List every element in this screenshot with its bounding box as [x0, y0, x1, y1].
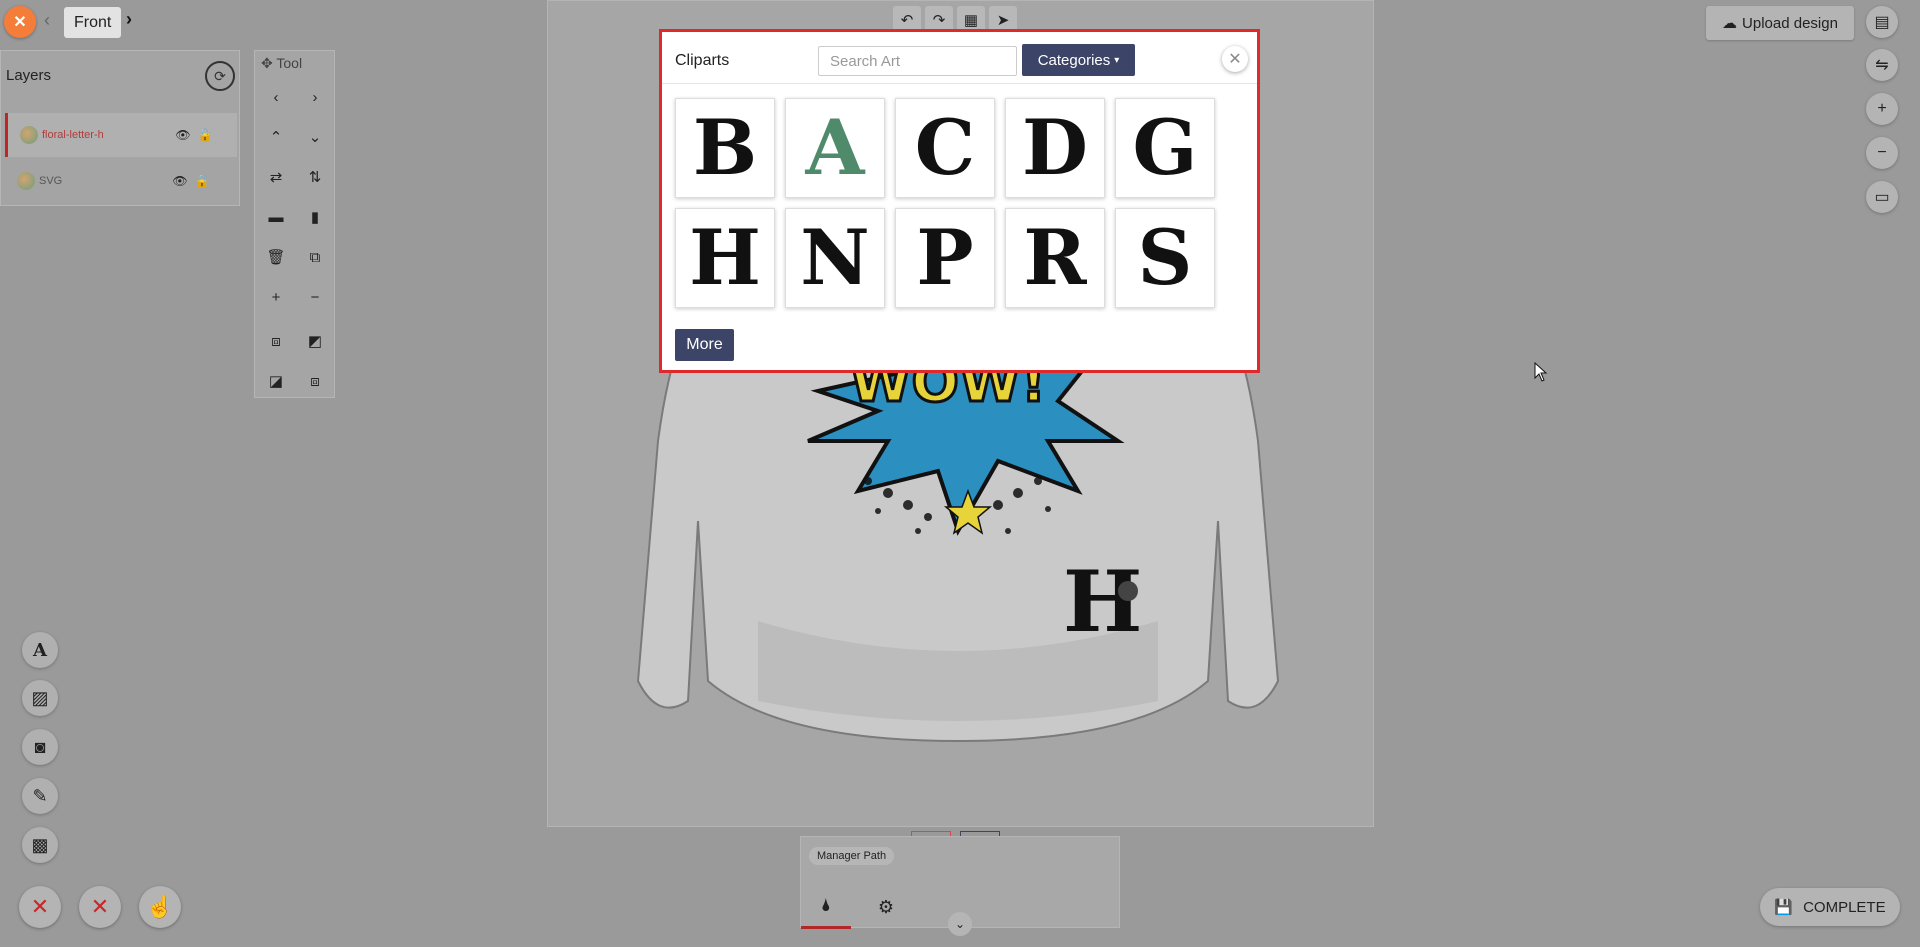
complete-button[interactable]: 💾 COMPLETE [1760, 888, 1900, 926]
tool-panel: ✥ Tool ‹ › ⌃ ⌄ ⇄ ⇅ ▬ ▮ 🗑 ⧉ + − ⧈ ◩ ◪ ⧈ [254, 50, 335, 398]
move-down-icon[interactable]: ⌄ [300, 123, 330, 151]
clipart-letter: P [916, 213, 974, 302]
modal-title: Cliparts [675, 52, 730, 69]
eye-icon[interactable]: 👁 [169, 174, 191, 188]
lock-icon[interactable]: 🔒 [191, 174, 213, 188]
send-backward-icon[interactable]: ⧈ [300, 367, 330, 395]
zoom-in-icon[interactable]: + [1866, 93, 1898, 125]
align-center-icon[interactable]: ▬ [261, 203, 291, 231]
bring-to-front-icon[interactable]: ◩ [300, 327, 330, 355]
clipart-item[interactable]: P [895, 208, 995, 308]
clipart-letter: B [692, 103, 758, 192]
clipart-item[interactable]: G [1115, 98, 1215, 198]
hand-pointer-button[interactable]: ☝ [139, 886, 181, 928]
next-view-icon[interactable]: › [126, 9, 132, 30]
clipart-item[interactable]: N [785, 208, 885, 308]
add-text-icon[interactable]: A [22, 632, 58, 668]
tab-fill[interactable]: 🌢 [801, 885, 851, 929]
qr-code-icon[interactable]: ▩ [22, 827, 58, 863]
layer-name: SVG [39, 175, 63, 187]
send-to-back-icon[interactable]: ◪ [261, 367, 291, 395]
delete-icon[interactable]: 🗑 [261, 243, 291, 271]
clipart-letter: N [800, 213, 870, 302]
floral-letter-h[interactable]: H [1063, 552, 1142, 651]
flip-vertical-icon[interactable]: ⇅ [300, 163, 330, 191]
layers-panel: Layers ⟳ floral-letter-h 👁 🔓 SVG 👁 🔒 [0, 50, 240, 206]
save-icon: 💾 [1774, 899, 1794, 916]
zoom-out-icon[interactable]: − [1866, 137, 1898, 169]
close-designer-button[interactable]: ✕ [4, 6, 36, 38]
clipart-letter: A [805, 103, 865, 192]
close-icon: ✕ [1228, 51, 1242, 68]
caret-down-icon: ▾ [1114, 54, 1120, 66]
cliparts-modal: Cliparts Categories▾ ✕ B A C D G H N P R… [659, 29, 1260, 373]
zoom-out-icon[interactable]: − [300, 283, 330, 311]
eye-icon[interactable]: 👁 [172, 128, 194, 142]
collapse-panel-button[interactable]: ⌄ [948, 912, 972, 936]
hand-pointer-icon: ☝ [146, 894, 174, 919]
upload-design-button[interactable]: ☁ Upload design [1706, 6, 1854, 40]
zoom-in-icon[interactable]: + [261, 283, 291, 311]
layers-title: Layers [6, 67, 52, 84]
refresh-layers-button[interactable]: ⟳ [205, 61, 235, 91]
refresh-icon: ⟳ [214, 67, 226, 84]
prev-view-icon[interactable]: ‹ [44, 10, 50, 31]
mouse-cursor-icon [1534, 362, 1548, 382]
move-icon: ✥ [261, 55, 273, 71]
close-icon: ✕ [13, 14, 27, 31]
reset-button[interactable]: ✕ [79, 886, 121, 928]
translate-icon[interactable]: ⇋ [1866, 49, 1898, 81]
layer-item[interactable]: floral-letter-h 👁 🔓 [5, 113, 237, 157]
close-icon: ✕ [30, 894, 50, 919]
categories-dropdown[interactable]: Categories ▾ [1022, 44, 1135, 76]
clipart-item[interactable]: S [1115, 208, 1215, 308]
clipart-item[interactable]: D [1005, 98, 1105, 198]
clipart-item[interactable]: H [675, 208, 775, 308]
droplet-icon: 🌢 [820, 895, 832, 915]
duplicate-icon[interactable]: ⧉ [300, 243, 330, 271]
modal-divider [662, 83, 1257, 84]
modal-close-button[interactable]: ✕ [1222, 46, 1248, 72]
chevron-down-icon: ⌄ [954, 917, 966, 931]
layer-thumbnail [20, 126, 38, 144]
cloud-upload-icon: ☁ [1722, 15, 1738, 32]
clipart-item[interactable]: A [785, 98, 885, 198]
lock-icon[interactable]: 🔓 [194, 128, 216, 142]
clipart-letter: S [1137, 213, 1193, 302]
move-left-icon[interactable]: ‹ [261, 83, 291, 111]
clear-button[interactable]: ✕ [19, 886, 61, 928]
brush-icon[interactable]: ✎ [22, 778, 58, 814]
clipart-grid: B A C D G H N P R S [675, 98, 1215, 308]
book-icon[interactable]: ▤ [1866, 6, 1898, 38]
id-card-icon[interactable]: ▭ [1866, 181, 1898, 213]
tool-title: ✥ Tool [261, 55, 303, 71]
search-art-input[interactable] [818, 46, 1017, 76]
path-label: Manager Path [809, 847, 895, 865]
clipart-letter: H [689, 213, 761, 302]
move-right-icon[interactable]: › [300, 83, 330, 111]
camera-icon[interactable]: ◙ [22, 729, 58, 765]
layer-thumbnail [17, 172, 35, 190]
clipart-item[interactable]: R [1005, 208, 1105, 308]
clipart-letter: C [914, 103, 976, 192]
flip-horizontal-icon[interactable]: ⇄ [261, 163, 291, 191]
clipart-letter: D [1022, 103, 1088, 192]
gear-icon: ⚙ [877, 896, 895, 917]
tab-settings[interactable]: ⚙ [861, 885, 911, 929]
clipart-item[interactable]: B [675, 98, 775, 198]
layer-item[interactable]: SVG 👁 🔒 [5, 159, 237, 203]
clipart-letter: G [1132, 103, 1198, 192]
bring-forward-icon[interactable]: ⧈ [261, 327, 291, 355]
add-image-icon[interactable]: ▨ [22, 680, 58, 716]
close-icon: ✕ [90, 894, 110, 919]
clipart-item[interactable]: C [895, 98, 995, 198]
clipart-letter: R [1023, 213, 1087, 302]
layer-name: floral-letter-h [42, 129, 104, 141]
move-up-icon[interactable]: ⌃ [261, 123, 291, 151]
more-button[interactable]: More [675, 329, 734, 361]
view-label[interactable]: Front [64, 7, 122, 38]
align-middle-icon[interactable]: ▮ [300, 203, 330, 231]
